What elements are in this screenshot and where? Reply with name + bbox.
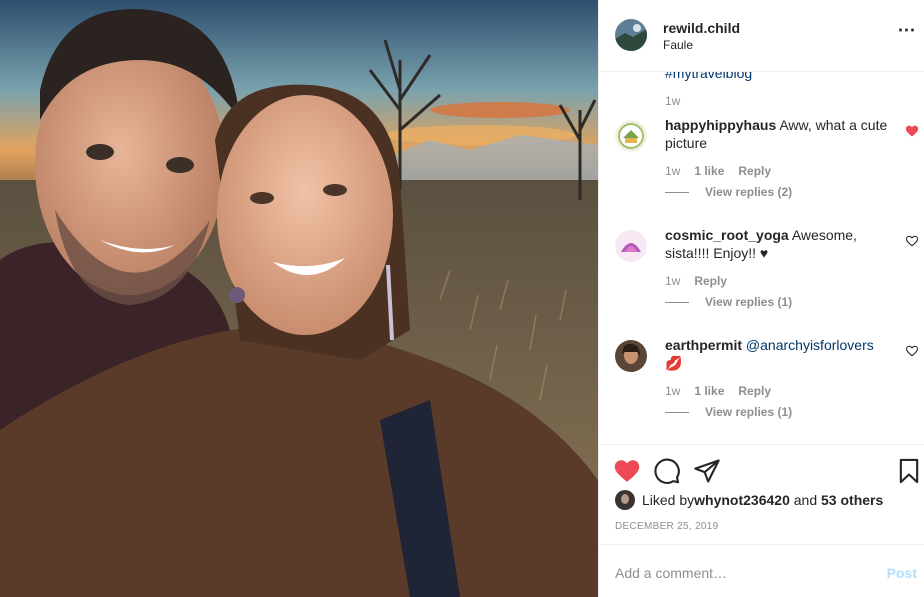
reply-button[interactable]: Reply (694, 274, 727, 288)
comment-mention[interactable]: @anarchyisforlovers (742, 337, 874, 353)
view-replies-label: View replies (2) (705, 185, 793, 199)
comment-text: happyhippyhaus Aww, what a cute picture (665, 116, 891, 152)
comments-list[interactable]: #mytravelblog 1w happyhippyhaus Aww, wha… (599, 72, 924, 444)
comment-meta: 1w 1 like Reply (665, 384, 771, 398)
save-bookmark-icon[interactable] (895, 457, 923, 485)
comment-text: earthpermit @anarchyisforlovers 💋 (665, 336, 891, 372)
caption-hashtag[interactable]: #mytravelblog (665, 72, 752, 81)
comment-username[interactable]: cosmic_root_yoga (665, 227, 789, 243)
liker-avatar[interactable] (615, 490, 635, 510)
like-heart-filled-icon[interactable] (613, 457, 641, 485)
comment-username[interactable]: earthpermit (665, 337, 742, 353)
comment-emoji: 💋 (665, 355, 683, 371)
comment-likes[interactable]: 1 like (694, 384, 724, 398)
comment-time[interactable]: 1w (665, 164, 680, 178)
comment-time[interactable]: 1w (665, 384, 680, 398)
view-replies-button[interactable]: View replies (2) (665, 185, 792, 199)
author-username[interactable]: rewild.child (663, 20, 740, 36)
add-comment-input[interactable] (615, 563, 855, 583)
post-photo[interactable] (0, 0, 598, 597)
post-date[interactable]: DECEMBER 25, 2019 (615, 521, 718, 532)
comment-text: cosmic_root_yoga Awesome, sista!!!! Enjo… (665, 226, 891, 262)
liked-by-and: and (789, 492, 822, 508)
reply-button[interactable]: Reply (738, 164, 771, 178)
view-replies-label: View replies (1) (705, 405, 793, 419)
comment-item: earthpermit @anarchyisforlovers 💋 1w 1 li… (599, 336, 924, 444)
commenter-avatar[interactable] (615, 340, 647, 372)
caption-timestamp[interactable]: 1w (665, 94, 680, 108)
commenter-avatar[interactable] (615, 120, 647, 152)
post-location[interactable]: Faule (663, 38, 693, 52)
add-comment-bar: Post (599, 544, 924, 597)
comment-meta: 1w 1 like Reply (665, 164, 771, 178)
comment-bubble-icon[interactable] (653, 457, 681, 485)
comment-username[interactable]: happyhippyhaus (665, 117, 776, 133)
comment-meta: 1w Reply (665, 274, 727, 288)
post-header: rewild.child Faule ⋯ (599, 0, 924, 72)
liked-by-user[interactable]: whynot236420 (694, 492, 790, 508)
comment-heart-icon[interactable] (905, 234, 919, 248)
post-comment-button[interactable]: Post (887, 565, 917, 581)
liked-by-others[interactable]: 53 others (821, 492, 883, 508)
reply-button[interactable]: Reply (738, 384, 771, 398)
photo-image (0, 0, 598, 597)
view-replies-label: View replies (1) (705, 295, 793, 309)
comment-heart-icon[interactable] (905, 344, 919, 358)
commenter-avatar[interactable] (615, 230, 647, 262)
view-replies-button[interactable]: View replies (1) (665, 295, 792, 309)
post-actions: Liked by whynot236420 and 53 others DECE… (599, 444, 924, 544)
post-side-panel: rewild.child Faule ⋯ #mytravelblog 1w ha… (598, 0, 924, 597)
replies-divider (665, 191, 689, 193)
replies-divider (665, 411, 689, 413)
view-replies-button[interactable]: View replies (1) (665, 405, 792, 419)
comment-item: happyhippyhaus Aww, what a cute picture … (599, 116, 924, 226)
liked-by-summary: Liked by whynot236420 and 53 others (615, 490, 883, 510)
replies-divider (665, 301, 689, 303)
author-avatar[interactable] (615, 19, 647, 51)
comment-time[interactable]: 1w (665, 274, 680, 288)
liked-by-prefix: Liked by (642, 492, 695, 508)
comment-item: cosmic_root_yoga Awesome, sista!!!! Enjo… (599, 226, 924, 336)
comment-heart-filled-icon[interactable] (905, 124, 919, 138)
comment-likes[interactable]: 1 like (694, 164, 724, 178)
more-options-icon[interactable]: ⋯ (897, 21, 917, 44)
share-paper-plane-icon[interactable] (693, 457, 721, 485)
